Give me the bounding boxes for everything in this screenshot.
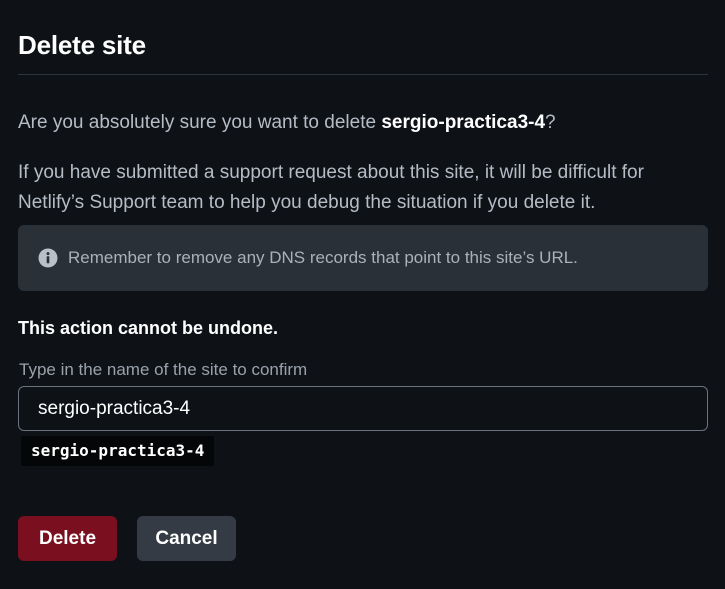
- dns-notice: Remember to remove any DNS records that …: [18, 225, 708, 291]
- confirm-question: Are you absolutely sure you want to dele…: [18, 110, 556, 136]
- delete-button[interactable]: Delete: [18, 516, 117, 561]
- notice-text: Remember to remove any DNS records that …: [68, 248, 578, 267]
- info-circle-icon: [38, 248, 58, 268]
- question-prefix: Are you absolutely sure you want to dele…: [18, 112, 382, 133]
- dialog-title: Delete site: [18, 30, 146, 60]
- irreversible-warning: This action cannot be undone.: [18, 318, 279, 338]
- title-divider: [18, 74, 708, 75]
- question-suffix: ?: [545, 112, 556, 133]
- confirm-site-name-input[interactable]: [18, 386, 708, 431]
- cancel-button[interactable]: Cancel: [137, 516, 236, 561]
- site-name: sergio-practica3-4: [381, 112, 546, 133]
- confirm-field-label: Type in the name of the site to confirm: [19, 360, 308, 379]
- site-name-hint: sergio-practica3-4: [21, 436, 215, 466]
- support-warning-text: If you have submitted a support request …: [18, 162, 644, 213]
